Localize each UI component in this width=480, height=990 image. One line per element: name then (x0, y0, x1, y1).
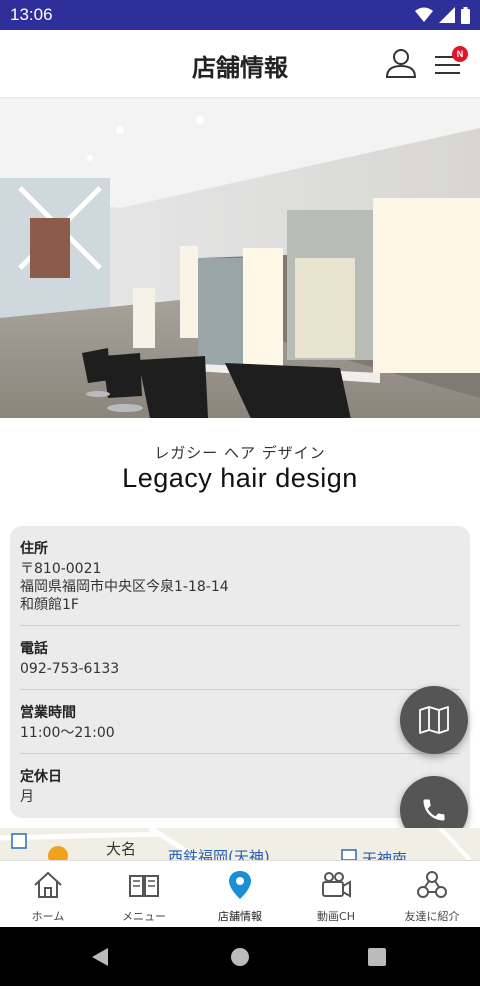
status-bar: 13:06 (0, 0, 480, 30)
building-name: 和顔館1F (20, 597, 79, 613)
bottom-tab-bar: ホーム メニュー 店舗情報 動画CH 友達に紹介 (0, 860, 480, 927)
location-pin-icon (229, 871, 251, 899)
notification-badge: N (452, 46, 468, 62)
signal-icon (439, 7, 455, 23)
address-row: 住所 〒810-0021 福岡県福岡市中央区今泉1-18-14 和顔館1F (20, 526, 460, 626)
tab-menu[interactable]: メニュー (96, 861, 192, 928)
address-label: 住所 (20, 541, 48, 557)
home-circle-icon[interactable] (231, 948, 249, 966)
phone-label: 電話 (20, 641, 48, 657)
shop-info-card: 住所 〒810-0021 福岡県福岡市中央区今泉1-18-14 和顔館1F 電話… (10, 526, 470, 818)
share-icon (417, 871, 447, 898)
closed-day: 月 (20, 789, 34, 805)
menu-button[interactable]: N (432, 46, 468, 80)
business-hours: 11:00〜21:00 (20, 725, 115, 741)
status-time: 13:06 (10, 5, 53, 24)
system-nav-bar (0, 927, 480, 986)
back-icon[interactable] (92, 948, 108, 966)
hours-label: 営業時間 (20, 705, 76, 721)
tab-refer-friend-label: 友達に紹介 (404, 910, 460, 923)
tab-video-label: 動画CH (317, 910, 355, 923)
shop-photo (0, 98, 480, 418)
status-icons (415, 6, 470, 24)
map-label-tenjinminami: 天神南 (362, 850, 408, 860)
map-icon (419, 706, 449, 734)
phone-row: 電話 092-753-6133 (20, 626, 460, 690)
map-label-daimyo: 大名 (106, 840, 137, 858)
map-fab-button[interactable] (400, 686, 468, 754)
tab-home-label: ホーム (31, 910, 65, 923)
home-icon (34, 871, 62, 898)
wifi-icon (415, 7, 433, 22)
map-label-station: 西鉄福岡(天神) (168, 848, 270, 860)
closed-day-row: 定休日 月 (20, 754, 460, 816)
tab-shop-info-label: 店舗情報 (218, 910, 262, 923)
video-camera-icon (322, 872, 351, 898)
recents-icon[interactable] (368, 948, 386, 966)
app-header: 店舗情報 N (0, 30, 480, 98)
phone-icon (423, 799, 445, 821)
tab-shop-info[interactable]: 店舗情報 (192, 861, 288, 928)
postal-code: 〒810-0021 (20, 561, 102, 577)
user-icon (385, 49, 417, 78)
map-view[interactable]: 大名 西鉄福岡(天神) 天神南 (0, 828, 480, 860)
tab-menu-label: メニュー (122, 910, 166, 923)
battery-icon (461, 6, 470, 24)
tab-video[interactable]: 動画CH (288, 861, 384, 928)
user-button[interactable] (384, 46, 418, 80)
closed-day-label: 定休日 (20, 769, 62, 785)
tab-refer-friend[interactable]: 友達に紹介 (384, 861, 480, 928)
address-line: 福岡県福岡市中央区今泉1-18-14 (20, 579, 229, 595)
phone-number[interactable]: 092-753-6133 (20, 660, 460, 678)
shop-name-kana: レガシー ヘア デザイン (154, 444, 326, 462)
tab-home[interactable]: ホーム (0, 861, 96, 928)
shop-name: Legacy hair design (122, 463, 358, 493)
book-icon (129, 875, 159, 897)
hours-row: 営業時間 11:00〜21:00 (20, 690, 460, 754)
